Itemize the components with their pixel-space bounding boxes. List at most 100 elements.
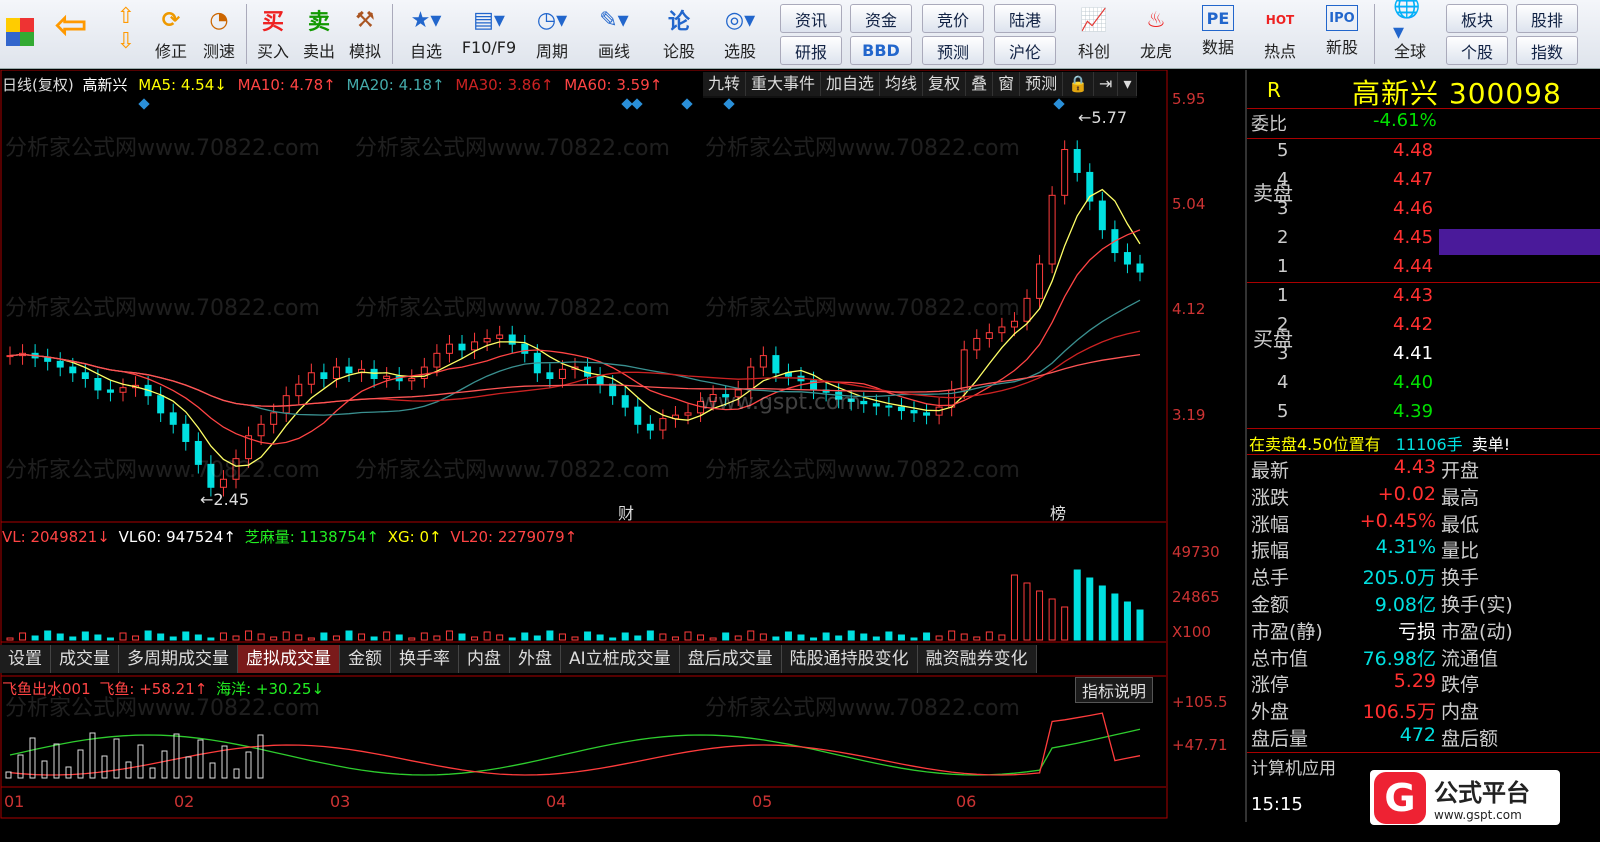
volume-bar (44, 630, 52, 641)
hulun-button[interactable]: 沪伦 (994, 36, 1056, 65)
toolbar-btn-data[interactable]: PE 数据 (1190, 2, 1246, 66)
toolbar-btn-sell[interactable]: 卖 卖出 (296, 2, 342, 66)
arrow-down-icon: ⇩ (116, 29, 136, 54)
volume-bar (31, 635, 39, 641)
tab-ai-volume[interactable]: AI立桩成交量 (561, 645, 680, 673)
volume-bar (1123, 601, 1131, 641)
toolbar-btn-f10[interactable]: ▤▾ F10/F9 (456, 2, 522, 66)
indicator-help-button[interactable]: 指标说明 (1075, 677, 1154, 703)
low-value: 2.45 (213, 490, 250, 509)
stat-label: 总市值 (1251, 647, 1309, 670)
ma-button[interactable]: 均线 (880, 72, 924, 96)
adjust-button[interactable]: 复权 (923, 72, 967, 96)
tab-settings[interactable]: 设置 (0, 645, 51, 673)
ma-header: 日线(复权) 高新兴 MA5: 4.54↓ MA10: 4.78↑ MA20: … (2, 74, 662, 95)
sell-level-row[interactable]: 2 4.45 (1247, 227, 1600, 256)
research-button[interactable]: 研报 (780, 36, 842, 65)
toolbar-btn-simulate[interactable]: ⚒ 模拟 (342, 2, 388, 66)
sell-level-row[interactable]: 5 4.48 (1247, 140, 1600, 169)
volume-bar (483, 631, 491, 641)
rank-marker[interactable]: 榜 (1050, 500, 1066, 524)
bbd-button[interactable]: BBD (850, 36, 912, 65)
tab-volume[interactable]: 成交量 (51, 645, 119, 673)
jiuzhuan-button[interactable]: 九转 (703, 72, 747, 96)
forecast-button[interactable]: 预测 (922, 36, 984, 65)
window-button[interactable]: 窗 (993, 72, 1021, 96)
big-order-alert[interactable]: 在卖盘4.50位置有 11106手 卖单! (1249, 431, 1599, 455)
expand-icon[interactable]: ⇥ (1094, 72, 1119, 96)
tab-virtual-volume[interactable]: 虚拟成交量 (238, 645, 340, 673)
toolbar-btn-correct[interactable]: ⟳ 修正 (148, 2, 194, 66)
sell-level-row[interactable]: 4 4.47 (1247, 169, 1600, 198)
volume-bar (609, 637, 617, 641)
tab-after-hours[interactable]: 盘后成交量 (679, 645, 782, 673)
sector-button[interactable]: 板块 (1446, 4, 1508, 33)
tab-outer[interactable]: 外盘 (510, 645, 561, 673)
buy-level-row[interactable]: 5 4.39 (1247, 401, 1600, 430)
stock-button[interactable]: 个股 (1446, 36, 1508, 65)
add-watchlist-button[interactable]: 加自选 (821, 72, 881, 96)
buy-level-row[interactable]: 3 4.41 (1247, 343, 1600, 372)
toolbar-btn-speed[interactable]: ◔ 测速 (196, 2, 242, 66)
tab-multi-period-volume[interactable]: 多周期成交量 (119, 645, 238, 673)
toolbar-btn-hot[interactable]: HOT 热点 (1252, 2, 1308, 66)
toolbar-btn-kechuang[interactable]: 📈 科创 (1066, 2, 1122, 66)
buy-level-row[interactable]: 2 4.42 (1247, 314, 1600, 343)
candle-body (772, 355, 780, 374)
finance-marker[interactable]: 财 (618, 500, 634, 524)
stat-row: 总手 205.0万 换手 (1247, 563, 1600, 592)
lock-icon[interactable]: 🔒 (1063, 72, 1095, 96)
candle-body (408, 378, 416, 382)
major-events-button[interactable]: 重大事件 (746, 72, 822, 96)
volume-bar (558, 633, 566, 641)
volume-bar (132, 635, 140, 641)
tab-turnover[interactable]: 换手率 (391, 645, 459, 673)
tab-margin[interactable]: 融资融券变化 (917, 645, 1037, 673)
toolbar-btn-discuss[interactable]: 论 论股 (654, 2, 704, 66)
stat-label: 涨停 (1251, 674, 1290, 697)
grid-layout-button[interactable] (2, 2, 38, 66)
lugang-button[interactable]: 陆港 (994, 4, 1056, 33)
stat-label: 涨幅 (1251, 513, 1290, 536)
auction-button[interactable]: 竞价 (922, 4, 984, 33)
toolbar-btn-global[interactable]: 🌐▾ 全球 (1380, 0, 1440, 66)
toolbar-label: 数据 (1201, 38, 1234, 57)
tab-amount[interactable]: 金额 (340, 645, 391, 673)
level-price: 4.48 (1393, 140, 1434, 161)
funds-button[interactable]: 资金 (850, 4, 912, 33)
volume-bar (973, 636, 981, 641)
buy-level-row[interactable]: 4 4.40 (1247, 372, 1600, 401)
high-value: 5.77 (1091, 108, 1128, 127)
period-label[interactable]: 日线(复权) (2, 76, 74, 94)
watermark: 分析家公式网www.70822.com (705, 296, 1020, 321)
candle-body (646, 423, 654, 431)
indicator-bar (185, 756, 192, 779)
news-button[interactable]: 资讯 (780, 4, 842, 33)
predict-button[interactable]: 预测 (1020, 72, 1064, 96)
sector-name[interactable]: 计算机应用 (1251, 754, 1336, 779)
vl20-label: VL20: 2279079↑ (450, 528, 578, 546)
overlay-button[interactable]: 叠 (966, 72, 994, 96)
up-down-button[interactable]: ⇧ ⇩ (108, 2, 144, 66)
toolbar-btn-watchlist[interactable]: ★▾ 自选 (398, 2, 454, 66)
tab-northbound[interactable]: 陆股通持股变化 (781, 645, 918, 673)
chevron-down-icon[interactable]: ▾ (1118, 72, 1138, 96)
back-button[interactable]: ⇦ (48, 2, 94, 66)
stat-value: 4.43 (1393, 456, 1436, 478)
toolbar-btn-period[interactable]: ◷▾ 周期 (524, 2, 580, 66)
event-marker (723, 98, 735, 110)
sell-level-row[interactable]: 3 4.46 (1247, 198, 1600, 227)
level-num: 4 (1277, 169, 1289, 190)
toolbar-btn-ipo[interactable]: IPO 新股 (1314, 2, 1370, 66)
toolbar-btn-buy[interactable]: 买 买入 (250, 2, 296, 66)
month-label: 01 (4, 792, 25, 811)
volume-bar (533, 635, 541, 641)
buy-level-row[interactable]: 1 4.43 (1247, 285, 1600, 314)
toolbar-btn-draw[interactable]: ✎▾ 画线 (586, 2, 642, 66)
tab-inner[interactable]: 内盘 (459, 645, 510, 673)
rank-button[interactable]: 股排 (1516, 4, 1578, 33)
index-button[interactable]: 指数 (1516, 36, 1578, 65)
sell-level-row[interactable]: 1 4.44 (1247, 256, 1600, 285)
toolbar-btn-dragon[interactable]: ♨ 龙虎 (1128, 2, 1184, 66)
toolbar-btn-select-stock[interactable]: ◎▾ 选股 (710, 2, 770, 66)
